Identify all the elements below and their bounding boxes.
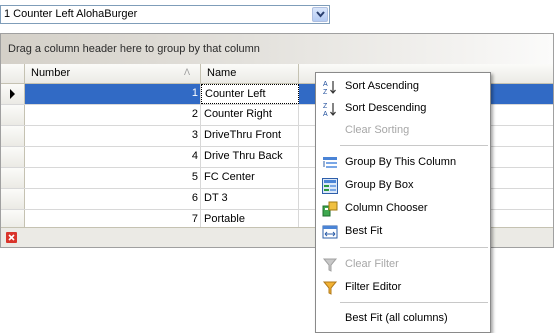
best-fit-icon: [322, 225, 338, 239]
close-filter-icon[interactable]: [6, 232, 17, 243]
row-indicator[interactable]: [1, 84, 25, 104]
current-row-arrow-icon: [10, 89, 15, 99]
cell-name[interactable]: DT 3: [201, 189, 299, 209]
cell-name[interactable]: Counter Right: [201, 105, 299, 125]
column-header-number[interactable]: Number Λ: [25, 64, 201, 83]
row-indicator-header: [1, 64, 25, 83]
menu-item-group-by-column[interactable]: Group By This Column: [318, 152, 488, 174]
column-header-label: Number: [31, 67, 71, 79]
layout-combobox[interactable]: 1 Counter Left AlohaBurger: [0, 5, 330, 24]
clear-filter-icon: [322, 258, 338, 272]
svg-text:A: A: [323, 111, 328, 117]
menu-item-group-by-box[interactable]: Group By Box: [318, 175, 488, 197]
cell-name[interactable]: Counter Left: [201, 84, 299, 104]
filter-icon: [322, 281, 338, 295]
svg-text:A: A: [323, 81, 328, 88]
group-by-box-icon: [322, 178, 338, 194]
group-by-panel[interactable]: Drag a column header here to group by th…: [1, 34, 553, 64]
menu-item-label: Sort Descending: [345, 102, 427, 114]
cell-name[interactable]: Drive Thru Back: [201, 147, 299, 167]
column-chooser-icon: [322, 201, 338, 217]
menu-item-clear-filter[interactable]: Clear Filter: [318, 254, 488, 276]
menu-separator: [340, 302, 488, 303]
column-header-label: Name: [207, 67, 237, 79]
menu-item-sort-descending[interactable]: Z A Sort Descending: [318, 98, 488, 120]
group-by-column-icon: [323, 157, 337, 168]
menu-item-label: Best Fit (all columns): [345, 312, 448, 324]
menu-item-best-fit-all[interactable]: Best Fit (all columns): [318, 308, 488, 330]
cell-number[interactable]: 2: [25, 105, 201, 125]
cell-number[interactable]: 1: [25, 84, 201, 104]
cell-number[interactable]: 6: [25, 189, 201, 209]
row-indicator[interactable]: [1, 189, 25, 209]
group-panel-hint: Drag a column header here to group by th…: [8, 43, 260, 55]
cell-number[interactable]: 5: [25, 168, 201, 188]
menu-item-filter-editor[interactable]: Filter Editor: [318, 277, 488, 299]
combobox-value: 1 Counter Left AlohaBurger: [4, 8, 138, 20]
menu-item-column-chooser[interactable]: Column Chooser: [318, 198, 488, 220]
menu-item-best-fit[interactable]: Best Fit: [318, 221, 488, 243]
menu-item-label: Column Chooser: [345, 202, 428, 214]
cell-number[interactable]: 3: [25, 126, 201, 146]
menu-separator: [340, 145, 488, 146]
menu-item-label: Group By This Column: [345, 156, 457, 168]
svg-text:Z: Z: [323, 89, 328, 95]
dropdown-button[interactable]: [312, 7, 328, 22]
sort-ascending-icon: A Z: [323, 81, 336, 95]
sort-descending-icon: Z A: [323, 103, 336, 117]
cell-name[interactable]: DriveThru Front: [201, 126, 299, 146]
menu-item-label: Group By Box: [345, 179, 414, 191]
menu-separator: [340, 247, 488, 248]
menu-item-label: Clear Sorting: [345, 124, 410, 136]
menu-item-label: Sort Ascending: [345, 80, 419, 92]
menu-item-label: Filter Editor: [345, 281, 402, 293]
row-indicator[interactable]: [1, 147, 25, 167]
column-context-menu: A Z Sort Ascending Z A Sort Descending C…: [315, 72, 491, 333]
row-indicator[interactable]: [1, 105, 25, 125]
menu-item-clear-sorting[interactable]: Clear Sorting: [318, 120, 488, 142]
sort-indicator-icon: Λ: [184, 67, 191, 77]
cell-number[interactable]: 4: [25, 147, 201, 167]
menu-item-label: Best Fit: [345, 225, 383, 237]
column-header-name[interactable]: Name: [201, 64, 299, 83]
chevron-down-icon: [316, 11, 325, 18]
row-indicator[interactable]: [1, 126, 25, 146]
cell-name[interactable]: FC Center: [201, 168, 299, 188]
row-indicator[interactable]: [1, 168, 25, 188]
menu-item-label: Clear Filter: [345, 258, 399, 270]
menu-item-sort-ascending[interactable]: A Z Sort Ascending: [318, 76, 488, 98]
svg-text:Z: Z: [323, 103, 328, 110]
